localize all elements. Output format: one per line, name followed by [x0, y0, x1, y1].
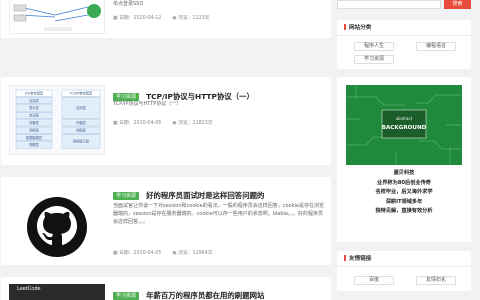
category-link[interactable]: 编程语言	[416, 42, 456, 51]
promo-widget: abstract BACKGROUND 嘉贝科技 业界称为80后创业传奇 名校毕…	[337, 77, 471, 242]
article-date: 日期：2020-04-06	[119, 121, 162, 126]
article-thumbnail[interactable]: OSI参考模型 应用层 表示层 会话层 传输层 网络层 数据链路层 物理层 TCP/IP参考模型…	[9, 85, 105, 155]
widget-title: 友情链接	[337, 251, 471, 267]
diagram-cell-label: 表示层	[29, 105, 39, 110]
article-views: 浏览：12964次	[178, 251, 213, 256]
links-widget: 友情链接 百度 友情石化	[337, 251, 471, 291]
diagram-cell-label: 应用层	[29, 98, 39, 103]
article-title[interactable]: 好的程序员面试时是这样回答问题的	[146, 191, 264, 200]
article-excerpt: 单点登录SSO	[113, 1, 144, 7]
article-views: 浏览：11823次	[178, 121, 213, 126]
diagram-cell-label: 会话层	[29, 113, 39, 118]
diagram-cell-label: 传输层	[29, 120, 39, 125]
eye-icon: ◉	[172, 16, 177, 21]
article-meta: ▦ 日期：2020-04-05 ◉ 浏览：12964次	[113, 249, 213, 256]
article-date: 日期：2020-04-05	[119, 251, 162, 256]
article-thumbnail[interactable]: LeetCode	[9, 284, 105, 300]
promo-image-word: BACKGROUND	[382, 125, 427, 131]
article-meta: ▦ 日期：2020-04-12 ◉ 浏览：1223次	[113, 14, 210, 21]
diagram-cell-label: OSI参考模型	[25, 90, 44, 95]
categories-widget: 网站分类 程序人生 编程语言 学习资源	[337, 20, 471, 69]
promo-line: 深耕IT领域多年	[385, 198, 423, 205]
eye-icon: ◉	[172, 251, 177, 256]
leetcode-logo-text: LeetCode	[17, 286, 41, 292]
article-meta: ▦ 日期：2020-04-06 ◉ 浏览：11823次	[113, 119, 213, 126]
diagram-cell-label: 物理层	[29, 142, 39, 147]
article-card[interactable]: 单点登录SSO ▦ 日期：2020-04-12 ◉ 浏览：1223次	[1, 0, 331, 38]
article-date: 日期：2020-04-12	[119, 16, 162, 21]
promo-line: 业界称为80后创业传奇	[377, 179, 431, 186]
category-link[interactable]: 程序人生	[354, 42, 394, 51]
promo-text: 嘉贝科技 业界称为80后创业传奇 名校毕业，后又海外求学 深耕IT领域多年 独特…	[337, 169, 471, 217]
calendar-icon: ▦	[113, 251, 118, 256]
diagram-cell-label: TCP/IP参考模型	[69, 90, 93, 95]
promo-image-word: abstract	[396, 116, 413, 121]
search-input[interactable]	[337, 0, 441, 9]
article-list: 单点登录SSO ▦ 日期：2020-04-12 ◉ 浏览：1223次 OSI参考…	[0, 0, 331, 300]
search-button[interactable]: 搜索	[444, 0, 471, 9]
article-title[interactable]: 年薪百万的程序员都在用的刷题网站	[146, 291, 264, 300]
article-card[interactable]: LeetCode 学习资源 年薪百万的程序员都在用的刷题网站	[1, 277, 331, 300]
promo-line: 名校毕业，后又海外求学	[375, 189, 433, 196]
eye-icon: ◉	[172, 121, 177, 126]
category-link[interactable]: 学习资源	[354, 55, 394, 64]
article-excerpt: 当面试官让你谈一下对session和cookie的看法，一般的程序员会这样回答。…	[113, 203, 324, 225]
article-thumbnail[interactable]	[9, 187, 105, 259]
category-tag[interactable]: 学习资源	[113, 191, 140, 200]
article-card[interactable]: 学习资源 好的程序员面试时是这样回答问题的 当面试官让你谈一下对session和…	[1, 177, 331, 265]
category-tag[interactable]: 学习资源	[113, 291, 140, 300]
title-accent-bar	[344, 255, 346, 261]
promo-line: 嘉贝科技	[393, 170, 415, 176]
calendar-icon: ▦	[113, 121, 118, 126]
article-thumbnail[interactable]	[9, 0, 105, 34]
title-accent-bar	[344, 24, 346, 30]
diagram-cell-label: 传输层	[76, 120, 86, 125]
promo-line: 独特见解，直接有效分析	[375, 208, 433, 215]
diagram-cell-label: 网络层	[76, 127, 86, 132]
article-excerpt: TCP/IP协议与HTTP协议（一）	[113, 101, 182, 107]
article-title-row: 学习资源 年薪百万的程序员都在用的刷题网站	[113, 285, 264, 300]
calendar-icon: ▦	[113, 16, 118, 21]
diagram-cell-label: 数据链路层	[26, 135, 42, 140]
article-views: 浏览：1223次	[178, 16, 210, 21]
widget-title: 网站分类	[337, 20, 471, 36]
friend-link[interactable]: 友情石化	[416, 276, 456, 285]
article-card[interactable]: OSI参考模型 应用层 表示层 会话层 传输层 网络层 数据链路层 物理层 TCP/IP参考模型…	[1, 77, 331, 165]
diagram-cell-label: 应用层	[76, 105, 86, 110]
diagram-cell-label: 网络接口层	[73, 139, 89, 144]
widget-title-text: 网站分类	[349, 25, 372, 31]
friend-link[interactable]: 百度	[354, 276, 394, 285]
promo-image[interactable]: abstract BACKGROUND	[346, 85, 462, 165]
widget-title-text: 友情链接	[349, 256, 372, 262]
diagram-cell-label: 网络层	[29, 127, 39, 132]
